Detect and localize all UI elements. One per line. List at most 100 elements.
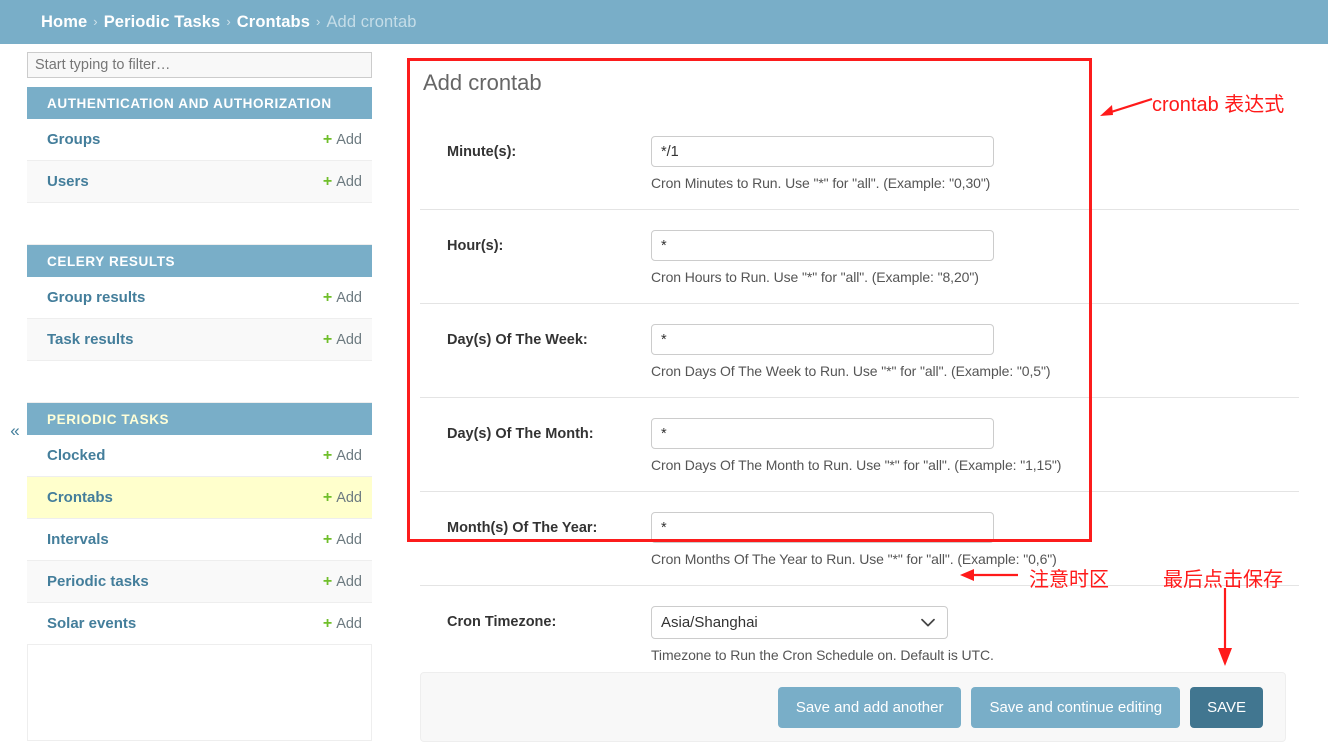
sidebar-add-label: Add <box>336 615 362 632</box>
plus-icon: + <box>322 530 333 548</box>
sidebar-item-label-solar-events[interactable]: Solar events <box>47 615 136 632</box>
timezone-select-wrap: Asia/Shanghai <box>651 606 948 639</box>
save-and-continue-editing-button[interactable]: Save and continue editing <box>971 686 1181 728</box>
sidebar: AUTHENTICATION AND AUTHORIZATION Groups … <box>27 44 372 754</box>
annotation-arrow-save <box>1218 588 1232 666</box>
annotation-arrow-crontab <box>1100 97 1153 116</box>
sidebar-item-periodic-tasks[interactable]: Periodic tasks + Add <box>27 561 372 603</box>
timezone-select[interactable]: Asia/Shanghai <box>651 606 948 639</box>
form-row-timezone: Cron Timezone: Asia/Shanghai Timezone to… <box>420 586 1299 681</box>
page-title: Add crontab <box>423 70 542 95</box>
sidebar-item-task-results[interactable]: Task results + Add <box>27 319 372 361</box>
sidebar-filter-input[interactable] <box>27 52 372 78</box>
field-wrap-timezone: Asia/Shanghai Timezone to Run the Cron S… <box>651 606 1299 663</box>
sidebar-app-auth: AUTHENTICATION AND AUTHORIZATION Groups … <box>27 87 372 245</box>
plus-icon: + <box>322 288 333 306</box>
day-of-week-input[interactable] <box>651 324 994 355</box>
sidebar-item-groups[interactable]: Groups + Add <box>27 119 372 161</box>
sidebar-app-celery-results: CELERY RESULTS Group results + Add Task … <box>27 245 372 403</box>
field-wrap-month-of-year: Cron Months Of The Year to Run. Use "*" … <box>651 512 1299 567</box>
annotation-label-timezone-note: 注意时区 <box>1029 569 1109 591</box>
sidebar-add-label: Add <box>336 131 362 148</box>
breadcrumb-item-add-crontab: Add crontab <box>326 12 417 31</box>
annotation-arrow-timezone <box>960 569 1018 581</box>
sidebar-add-link-users[interactable]: + Add <box>323 173 362 190</box>
annotation-label-save-note: 最后点击保存 <box>1163 569 1283 591</box>
hours-input[interactable] <box>651 230 994 261</box>
field-help-timezone: Timezone to Run the Cron Schedule on. De… <box>651 647 994 663</box>
sidebar-item-crontabs[interactable]: Crontabs + Add <box>27 477 372 519</box>
field-label-day-of-month: Day(s) Of The Month: <box>447 426 594 442</box>
sidebar-spacer <box>27 203 372 245</box>
form-row-day-of-week: Day(s) Of The Week: Cron Days Of The Wee… <box>420 304 1299 398</box>
form-row-hours: Hour(s): Cron Hours to Run. Use "*" for … <box>420 210 1299 304</box>
sidebar-app-header-auth: AUTHENTICATION AND AUTHORIZATION <box>27 87 372 119</box>
field-label-timezone: Cron Timezone: <box>447 614 557 630</box>
field-label-day-of-week: Day(s) Of The Week: <box>447 332 588 348</box>
plus-icon: + <box>322 446 333 464</box>
sidebar-add-link-groups[interactable]: + Add <box>323 131 362 148</box>
save-button[interactable]: SAVE <box>1190 686 1263 728</box>
sidebar-item-label-periodic-tasks[interactable]: Periodic tasks <box>47 573 149 590</box>
form-row-minutes: Minute(s): Cron Minutes to Run. Use "*" … <box>420 116 1299 210</box>
sidebar-add-label: Add <box>336 331 362 348</box>
sidebar-item-label-task-results[interactable]: Task results <box>47 331 133 348</box>
field-label-month-of-year: Month(s) Of The Year: <box>447 520 598 536</box>
page-root: Home › Periodic Tasks › Crontabs › Add c… <box>0 0 1328 754</box>
sidebar-add-label: Add <box>336 289 362 306</box>
sidebar-add-link-intervals[interactable]: + Add <box>322 530 362 548</box>
sidebar-add-link-group-results[interactable]: + Add <box>322 288 362 306</box>
sidebar-filter-wrap <box>27 44 372 78</box>
sidebar-item-label-clocked[interactable]: Clocked <box>47 447 105 464</box>
sidebar-add-link-task-results[interactable]: + Add <box>322 330 362 348</box>
sidebar-item-clocked[interactable]: Clocked + Add <box>27 435 372 477</box>
field-wrap-day-of-week: Cron Days Of The Week to Run. Use "*" fo… <box>651 324 1299 379</box>
sidebar-app-periodic-tasks: PERIODIC TASKS Clocked + Add Crontabs + … <box>27 403 372 741</box>
save-and-add-another-button[interactable]: Save and add another <box>777 686 962 728</box>
plus-icon: + <box>322 572 333 590</box>
sidebar-add-label: Add <box>336 173 362 190</box>
sidebar-item-label-groups[interactable]: Groups <box>47 131 100 148</box>
plus-icon: + <box>322 614 333 632</box>
breadcrumb-item-periodic-tasks[interactable]: Periodic Tasks <box>104 13 221 32</box>
sidebar-item-label-intervals[interactable]: Intervals <box>47 531 109 548</box>
sidebar-item-label-users[interactable]: Users <box>47 173 89 190</box>
breadcrumb-separator: › <box>93 13 98 29</box>
breadcrumb-separator: › <box>226 13 231 29</box>
breadcrumb-item-crontabs[interactable]: Crontabs <box>237 13 310 32</box>
field-wrap-day-of-month: Cron Days Of The Month to Run. Use "*" f… <box>651 418 1299 473</box>
sidebar-add-label: Add <box>336 489 362 506</box>
field-label-hours: Hour(s): <box>447 238 504 254</box>
sidebar-app-header-celery-results: CELERY RESULTS <box>27 245 372 277</box>
day-of-month-input[interactable] <box>651 418 994 449</box>
sidebar-item-users[interactable]: Users + Add <box>27 161 372 203</box>
month-of-year-input[interactable] <box>651 512 994 543</box>
minutes-input[interactable] <box>651 136 994 167</box>
submit-row: Save and add another Save and continue e… <box>420 672 1286 742</box>
sidebar-item-group-results[interactable]: Group results + Add <box>27 277 372 319</box>
breadcrumb-separator: › <box>316 13 321 29</box>
sidebar-app-header-periodic-tasks: PERIODIC TASKS <box>27 403 372 435</box>
sidebar-add-link-periodic-tasks[interactable]: + Add <box>322 572 362 590</box>
sidebar-item-solar-events[interactable]: Solar events + Add <box>27 603 372 645</box>
sidebar-spacer <box>27 361 372 403</box>
form-row-day-of-month: Day(s) Of The Month: Cron Days Of The Mo… <box>420 398 1299 492</box>
field-wrap-minutes: Cron Minutes to Run. Use "*" for "all". … <box>651 136 1299 191</box>
sidebar-add-link-clocked[interactable]: + Add <box>322 446 362 464</box>
sidebar-item-label-crontabs[interactable]: Crontabs <box>47 489 113 506</box>
sidebar-collapse-icon[interactable]: « <box>6 420 24 442</box>
sidebar-add-label: Add <box>336 531 362 548</box>
sidebar-add-label: Add <box>336 573 362 590</box>
sidebar-add-link-solar-events[interactable]: + Add <box>322 614 362 632</box>
field-label-minutes: Minute(s): <box>447 144 517 160</box>
breadcrumb: Home › Periodic Tasks › Crontabs › Add c… <box>0 0 1328 44</box>
field-help-minutes: Cron Minutes to Run. Use "*" for "all". … <box>651 175 991 191</box>
sidebar-add-link-crontabs[interactable]: + Add <box>322 488 362 506</box>
breadcrumb-item-home[interactable]: Home <box>41 13 87 32</box>
sidebar-tail <box>27 645 372 741</box>
crontab-form: Minute(s): Cron Minutes to Run. Use "*" … <box>406 116 1306 681</box>
sidebar-item-intervals[interactable]: Intervals + Add <box>27 519 372 561</box>
plus-icon: + <box>322 488 333 506</box>
sidebar-item-label-group-results[interactable]: Group results <box>47 289 145 306</box>
plus-icon: + <box>322 330 333 348</box>
